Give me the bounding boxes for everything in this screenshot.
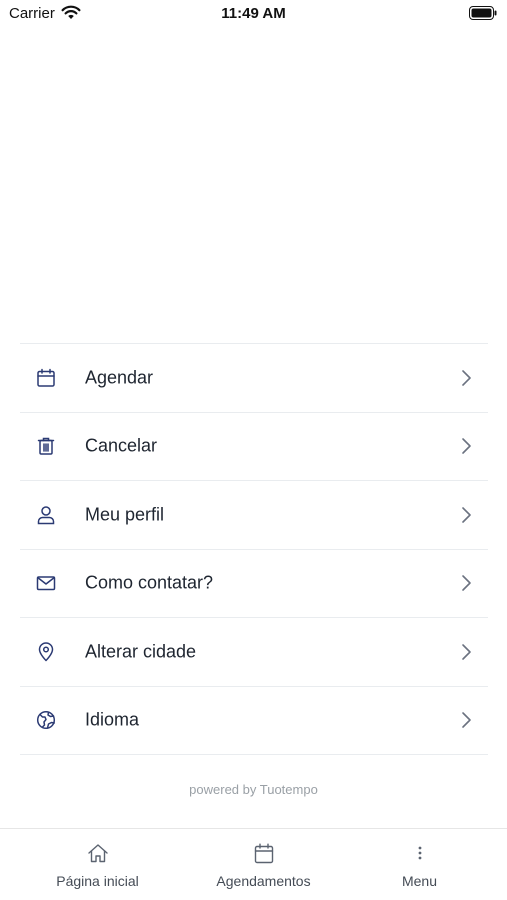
menu-item-label: Meu perfil: [85, 504, 165, 525]
more-vertical-icon: [408, 842, 432, 864]
menu-item-alterar-cidade[interactable]: Alterar cidade: [20, 618, 488, 687]
home-icon: [86, 842, 110, 864]
tab-pagina-inicial[interactable]: Página inicial: [13, 829, 182, 900]
menu-list: Agendar Cancelar Meu perfil Como contata…: [20, 343, 488, 755]
chevron-right-icon: [460, 437, 472, 455]
globe-icon: [36, 710, 56, 730]
envelope-icon: [36, 573, 56, 593]
powered-by-label: powered by Tuotempo: [189, 782, 318, 797]
tab-menu[interactable]: Menu: [335, 829, 504, 900]
user-icon: [36, 505, 56, 525]
menu-item-label: Idioma: [85, 709, 140, 730]
menu-item-label: Cancelar: [85, 435, 158, 456]
menu-item-idioma[interactable]: Idioma: [20, 687, 488, 755]
calendar-icon: [252, 842, 276, 864]
chevron-right-icon: [460, 711, 472, 729]
tab-label: Página inicial: [56, 873, 139, 889]
tab-bar: Página inicial Agendamentos Menu: [0, 828, 507, 900]
location-pin-icon: [36, 642, 56, 662]
menu-item-label: Alterar cidade: [85, 641, 197, 662]
calendar-icon: [36, 368, 56, 388]
chevron-right-icon: [460, 643, 472, 661]
tab-label: Menu: [401, 873, 438, 889]
battery-icon: [469, 6, 497, 25]
status-bar: Carrier 11:49 AM: [0, 0, 507, 30]
app-screen: Carrier 11:49 AM Agendar Cancelar Meu pe…: [0, 0, 507, 900]
menu-item-agendar[interactable]: Agendar: [20, 344, 488, 413]
chevron-right-icon: [460, 506, 472, 524]
tab-label: Agendamentos: [216, 873, 311, 889]
chevron-right-icon: [460, 369, 472, 387]
menu-item-meu-perfil[interactable]: Meu perfil: [20, 481, 488, 550]
trash-icon: [36, 436, 56, 456]
tab-agendamentos[interactable]: Agendamentos: [179, 829, 348, 900]
clock: 11:49 AM: [221, 5, 286, 22]
chevron-right-icon: [460, 574, 472, 592]
menu-item-label: Como contatar?: [85, 572, 214, 593]
menu-item-cancelar[interactable]: Cancelar: [20, 413, 488, 481]
menu-item-como-contatar[interactable]: Como contatar?: [20, 550, 488, 618]
menu-item-label: Agendar: [85, 367, 154, 388]
